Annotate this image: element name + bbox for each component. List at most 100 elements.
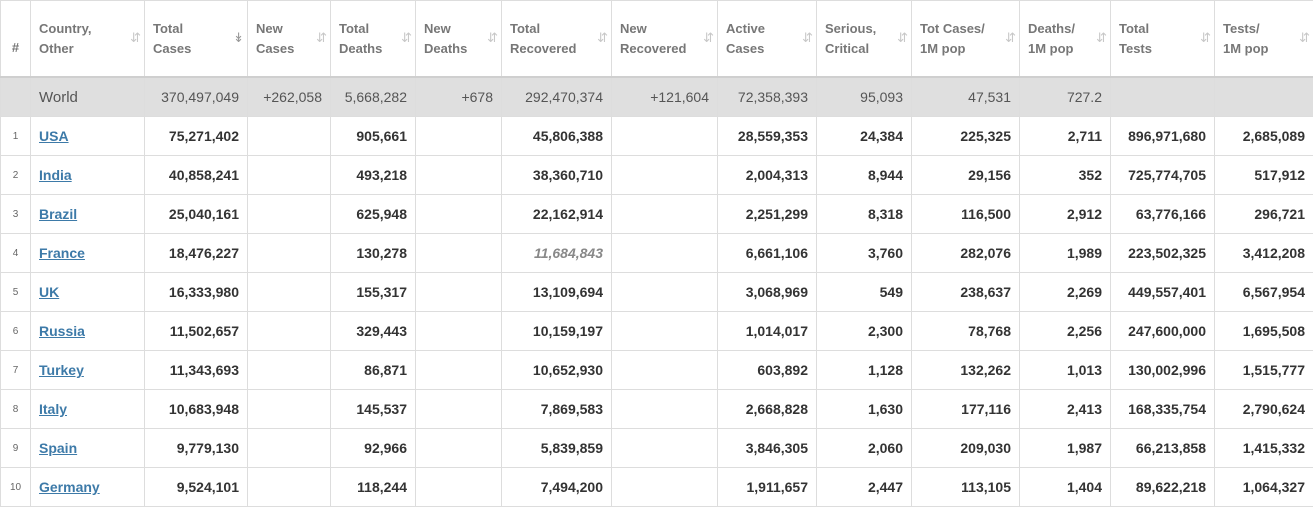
total-cases-cell: 16,333,980 xyxy=(145,273,248,312)
serious-critical-cell: 1,128 xyxy=(817,351,912,390)
active-cases-cell: 3,068,969 xyxy=(718,273,817,312)
active-cases-cell: 28,559,353 xyxy=(718,117,817,156)
serious-critical-cell: 1,630 xyxy=(817,390,912,429)
column-header-label: New xyxy=(424,21,451,36)
new-cases-cell xyxy=(248,390,331,429)
column-header-new-cases[interactable]: NewCases⇵ xyxy=(248,1,331,78)
new-recovered-cell xyxy=(612,234,718,273)
country-cell: India xyxy=(31,156,145,195)
column-header-new-deaths[interactable]: NewDeaths⇵ xyxy=(416,1,502,78)
rank-cell: 10 xyxy=(1,468,31,507)
column-header-new-recovered[interactable]: NewRecovered⇵ xyxy=(612,1,718,78)
serious-critical-cell: 549 xyxy=(817,273,912,312)
country-link[interactable]: Brazil xyxy=(39,206,77,222)
rank-cell: 7 xyxy=(1,351,31,390)
column-header-label: Recovered xyxy=(510,41,576,56)
column-header-serious-critical[interactable]: Serious,Critical⇵ xyxy=(817,1,912,78)
column-header-total-recovered[interactable]: TotalRecovered⇵ xyxy=(502,1,612,78)
sort-icon[interactable]: ⇵ xyxy=(1200,28,1208,48)
column-header-label: Other xyxy=(39,41,74,56)
sort-icon[interactable]: ⇵ xyxy=(802,28,810,48)
sort-icon[interactable]: ⇵ xyxy=(597,28,605,48)
country-cell: Italy xyxy=(31,390,145,429)
total-cases-cell: 11,502,657 xyxy=(145,312,248,351)
country-link[interactable]: Germany xyxy=(39,479,100,495)
new-cases-cell xyxy=(248,195,331,234)
new-recovered-cell xyxy=(612,117,718,156)
sort-icon[interactable]: ⇵ xyxy=(1299,28,1307,48)
column-header-label: # xyxy=(12,40,19,55)
new-deaths-cell xyxy=(416,117,502,156)
sort-icon[interactable]: ⇵ xyxy=(130,28,138,48)
total-recovered-cell: 22,162,914 xyxy=(502,195,612,234)
table-row: 8Italy10,683,948145,5377,869,5832,668,82… xyxy=(1,390,1313,429)
column-header-active-cases[interactable]: ActiveCases⇵ xyxy=(718,1,817,78)
column-header-total-deaths[interactable]: TotalDeaths⇵ xyxy=(331,1,416,78)
sort-icon[interactable]: ⇵ xyxy=(703,28,711,48)
table-header-row: # Country,Other⇵ TotalCases↡ NewCases⇵ T… xyxy=(1,1,1313,78)
serious-critical-cell: 2,300 xyxy=(817,312,912,351)
active-cases-cell: 603,892 xyxy=(718,351,817,390)
serious-critical-cell: 2,060 xyxy=(817,429,912,468)
cases-per-1m-cell: 238,637 xyxy=(912,273,1020,312)
column-header-total-cases[interactable]: TotalCases↡ xyxy=(145,1,248,78)
total-recovered-cell: 10,652,930 xyxy=(502,351,612,390)
total-recovered-cell: 7,869,583 xyxy=(502,390,612,429)
column-header-deaths-per-1m[interactable]: Deaths/1M pop⇵ xyxy=(1020,1,1111,78)
sort-icon[interactable]: ⇵ xyxy=(316,28,324,48)
new-deaths-cell xyxy=(416,351,502,390)
sort-icon[interactable]: ⇵ xyxy=(1096,28,1104,48)
total-recovered-cell: 11,684,843 xyxy=(502,234,612,273)
total-cases-cell: 40,858,241 xyxy=(145,156,248,195)
country-link[interactable]: UK xyxy=(39,284,59,300)
country-link[interactable]: India xyxy=(39,167,72,183)
country-cell: Germany xyxy=(31,468,145,507)
total-cases-cell: 18,476,227 xyxy=(145,234,248,273)
deaths-per-1m-cell: 1,013 xyxy=(1020,351,1111,390)
country-link[interactable]: Italy xyxy=(39,401,67,417)
country-link[interactable]: USA xyxy=(39,128,69,144)
serious-critical-cell: 2,447 xyxy=(817,468,912,507)
covid-stats-table: # Country,Other⇵ TotalCases↡ NewCases⇵ T… xyxy=(0,0,1313,507)
column-header-total-tests[interactable]: TotalTests⇵ xyxy=(1111,1,1215,78)
new-deaths-cell xyxy=(416,390,502,429)
new-recovered-cell xyxy=(612,156,718,195)
column-header-label: 1M pop xyxy=(1223,41,1269,56)
new-recovered-cell xyxy=(612,351,718,390)
country-link[interactable]: Spain xyxy=(39,440,77,456)
sort-active-icon[interactable]: ↡ xyxy=(233,28,241,48)
sort-icon[interactable]: ⇵ xyxy=(897,28,905,48)
new-recovered-cell xyxy=(612,195,718,234)
rank-cell: 3 xyxy=(1,195,31,234)
rank-cell: 9 xyxy=(1,429,31,468)
table-row: 4France18,476,227130,27811,684,8436,661,… xyxy=(1,234,1313,273)
sort-icon[interactable]: ⇵ xyxy=(487,28,495,48)
column-header-country[interactable]: Country,Other⇵ xyxy=(31,1,145,78)
new-cases-cell xyxy=(248,312,331,351)
total-deaths-cell: 130,278 xyxy=(331,234,416,273)
total-cases-cell: 11,343,693 xyxy=(145,351,248,390)
sort-icon[interactable]: ⇵ xyxy=(1005,28,1013,48)
total-deaths-cell: 86,871 xyxy=(331,351,416,390)
total-recovered-cell: 13,109,694 xyxy=(502,273,612,312)
total-tests-cell: 168,335,754 xyxy=(1111,390,1215,429)
new-cases-cell xyxy=(248,429,331,468)
country-cell: UK xyxy=(31,273,145,312)
total-cases-cell: 25,040,161 xyxy=(145,195,248,234)
total-tests-cell: 247,600,000 xyxy=(1111,312,1215,351)
column-header-tests-per-1m[interactable]: Tests/1M pop⇵ xyxy=(1215,1,1313,78)
total-tests-cell: 63,776,166 xyxy=(1111,195,1215,234)
new-deaths-cell xyxy=(416,195,502,234)
new-cases-cell: +262,058 xyxy=(248,77,331,117)
cases-per-1m-cell: 29,156 xyxy=(912,156,1020,195)
sort-icon[interactable]: ⇵ xyxy=(401,28,409,48)
country-link[interactable]: Russia xyxy=(39,323,85,339)
rank-cell xyxy=(1,77,31,117)
country-link[interactable]: France xyxy=(39,245,85,261)
column-header-label: Deaths/ xyxy=(1028,21,1075,36)
cases-per-1m-cell: 282,076 xyxy=(912,234,1020,273)
cases-per-1m-cell: 132,262 xyxy=(912,351,1020,390)
total-deaths-cell: 155,317 xyxy=(331,273,416,312)
column-header-cases-per-1m[interactable]: Tot Cases/1M pop⇵ xyxy=(912,1,1020,78)
country-link[interactable]: Turkey xyxy=(39,362,84,378)
